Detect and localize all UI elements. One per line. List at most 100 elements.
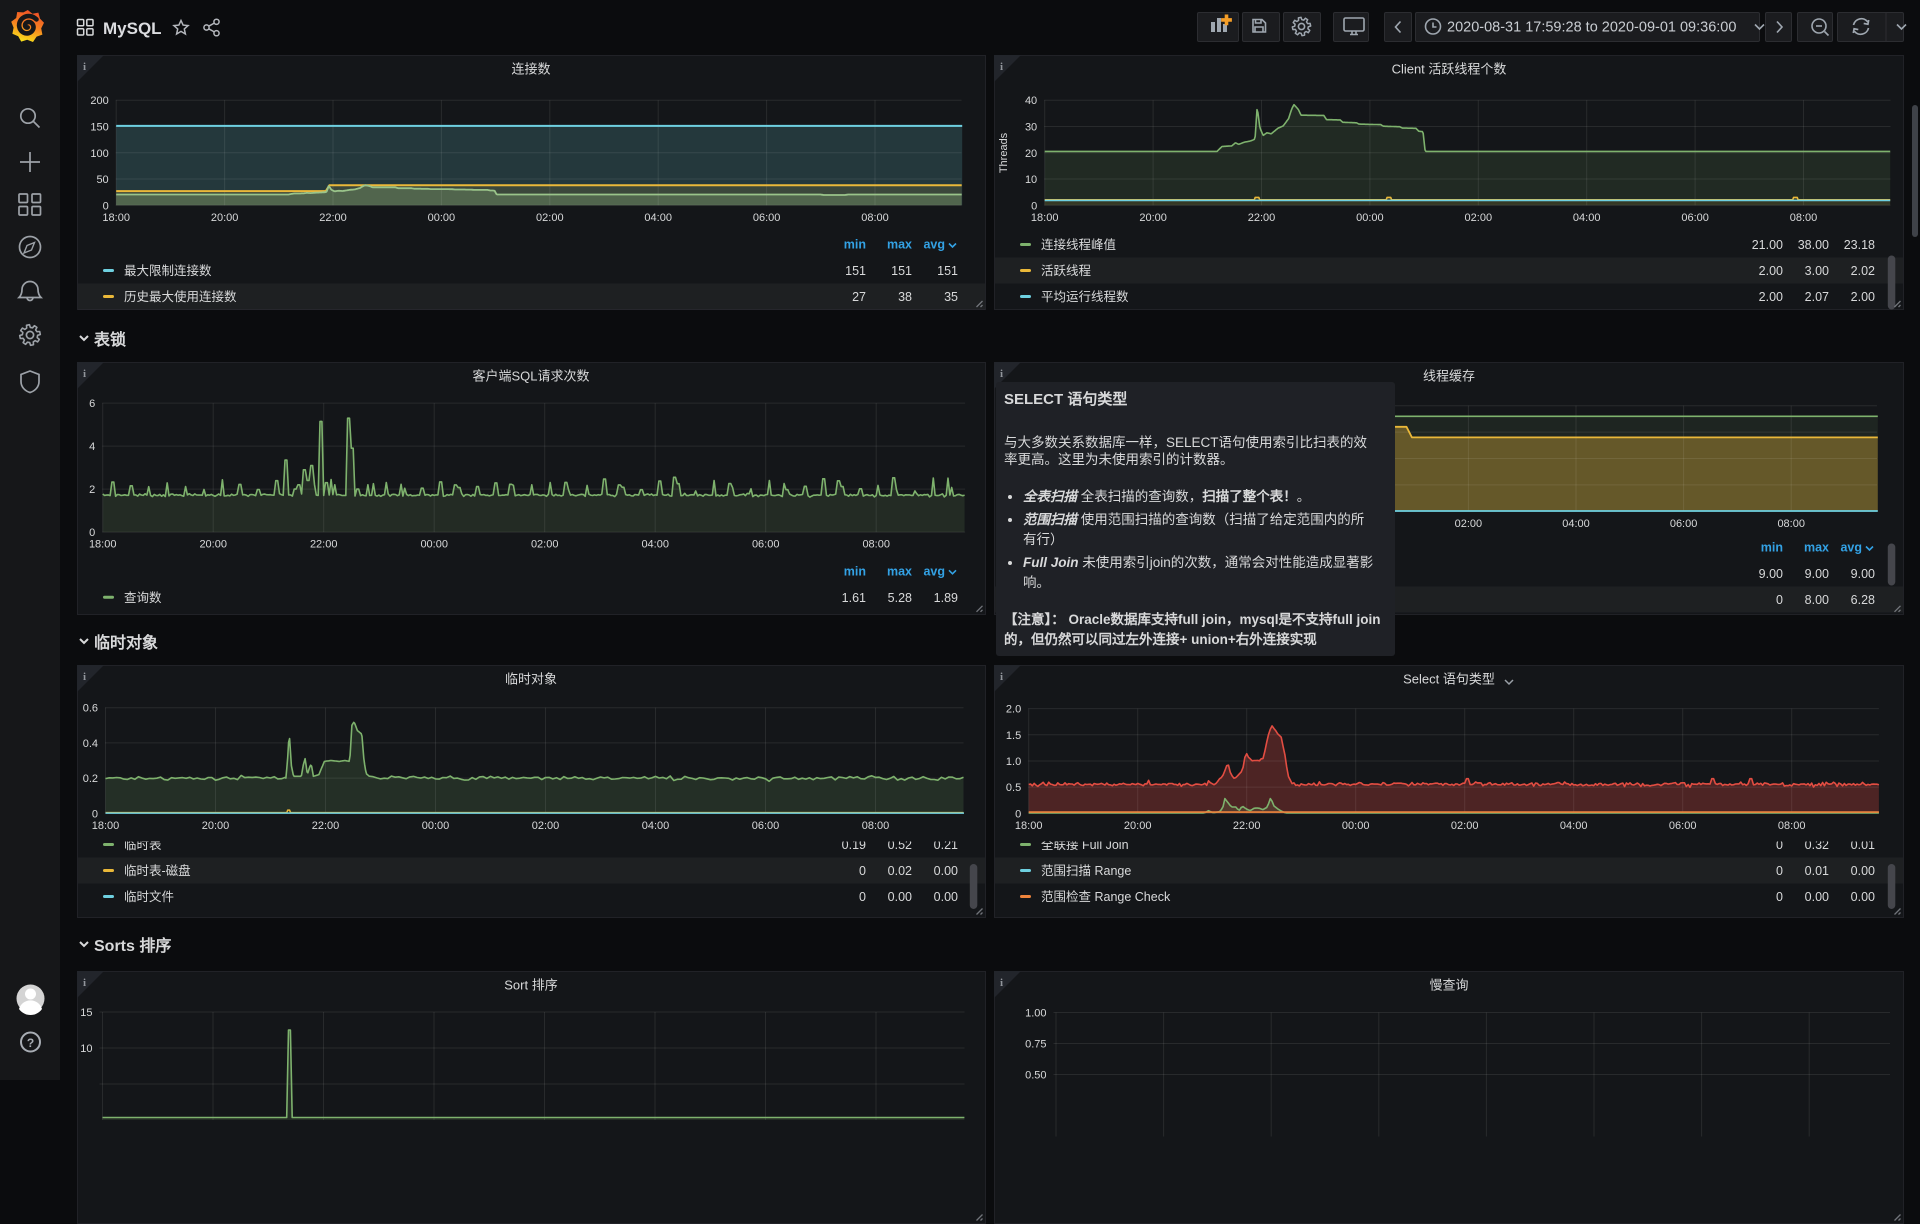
svg-text:22:00: 22:00	[319, 211, 347, 223]
svg-text:查询数: 查询数	[124, 589, 162, 604]
svg-text:08:00: 08:00	[1778, 820, 1806, 832]
svg-text:06:00: 06:00	[1670, 517, 1698, 529]
svg-text:1.5: 1.5	[1006, 730, 1021, 742]
svg-text:20: 20	[1025, 147, 1037, 159]
svg-text:1.61: 1.61	[841, 590, 865, 604]
svg-text:00:00: 00:00	[427, 211, 455, 223]
svg-text:0.6: 0.6	[82, 703, 97, 715]
svg-text:临时表-磁盘: 临时表-磁盘	[124, 863, 191, 878]
svg-text:06:00: 06:00	[1669, 820, 1697, 832]
svg-text:0.32: 0.32	[1805, 838, 1829, 852]
svg-text:9.00: 9.00	[1759, 566, 1783, 580]
svg-text:10: 10	[1025, 174, 1037, 186]
svg-text:10: 10	[80, 1043, 92, 1055]
svg-text:08:00: 08:00	[862, 538, 890, 550]
svg-text:50: 50	[96, 174, 108, 186]
svg-text:6: 6	[89, 398, 95, 410]
svg-text:2020-08-31 17:59:28 to 2020-09: 2020-08-31 17:59:28 to 2020-09-01 09:36:…	[1447, 20, 1736, 36]
svg-text:0.19: 0.19	[841, 838, 865, 852]
svg-text:i: i	[83, 671, 86, 683]
svg-text:06:00: 06:00	[751, 538, 779, 550]
svg-text:20:00: 20:00	[199, 538, 227, 550]
svg-text:0.00: 0.00	[933, 864, 957, 878]
svg-text:30: 30	[1025, 121, 1037, 133]
svg-text:22:00: 22:00	[1233, 820, 1261, 832]
svg-text:22:00: 22:00	[311, 820, 339, 832]
svg-text:06:00: 06:00	[752, 211, 780, 223]
svg-text:平均运行线程数: 平均运行线程数	[1041, 289, 1129, 304]
svg-text:08:00: 08:00	[861, 211, 889, 223]
svg-text:08:00: 08:00	[1777, 517, 1805, 529]
svg-text:i: i	[83, 367, 86, 379]
svg-text:00:00: 00:00	[420, 538, 448, 550]
svg-text:151: 151	[891, 264, 912, 278]
svg-text:9.00: 9.00	[1805, 566, 1829, 580]
svg-text:0: 0	[1776, 838, 1783, 852]
svg-text:0.50: 0.50	[1025, 1069, 1046, 1081]
svg-text:0.5: 0.5	[1006, 782, 1021, 794]
svg-text:2.00: 2.00	[1759, 264, 1783, 278]
svg-text:00:00: 00:00	[1356, 211, 1384, 223]
svg-text:0: 0	[91, 808, 97, 820]
svg-text:3.00: 3.00	[1805, 264, 1829, 278]
svg-text:151: 151	[937, 264, 958, 278]
svg-text:9.00: 9.00	[1851, 566, 1875, 580]
svg-text:Threads: Threads	[998, 132, 1010, 173]
svg-text:2.00: 2.00	[1759, 290, 1783, 304]
svg-text:18:00: 18:00	[88, 538, 116, 550]
svg-text:2: 2	[89, 484, 95, 496]
svg-text:临时表: 临时表	[124, 838, 162, 852]
svg-text:02:00: 02:00	[531, 820, 559, 832]
svg-text:0: 0	[1015, 808, 1021, 820]
svg-text:5.28: 5.28	[887, 590, 911, 604]
svg-text:0.21: 0.21	[933, 838, 957, 852]
svg-text:20:00: 20:00	[210, 211, 238, 223]
svg-text:15: 15	[80, 1007, 92, 1019]
svg-text:04:00: 04:00	[1560, 820, 1588, 832]
svg-text:02:00: 02:00	[1465, 211, 1493, 223]
svg-text:max: max	[886, 237, 911, 251]
svg-text:i: i	[1000, 367, 1003, 379]
svg-text:max: max	[886, 564, 911, 578]
svg-text:avg: avg	[1840, 540, 1862, 554]
svg-text:最大限制连接数: 最大限制连接数	[124, 263, 212, 278]
svg-text:38: 38	[898, 290, 912, 304]
svg-text:0.00: 0.00	[933, 890, 957, 904]
svg-text:Select 语句类型: Select 语句类型	[1403, 672, 1495, 687]
svg-text:06:00: 06:00	[751, 820, 779, 832]
svg-text:21.00: 21.00	[1752, 238, 1783, 252]
svg-text:Client 活跃线程个数: Client 活跃线程个数	[1392, 61, 1507, 76]
svg-text:2.00: 2.00	[1851, 290, 1875, 304]
svg-text:40: 40	[1025, 95, 1037, 107]
svg-text:2.07: 2.07	[1805, 290, 1829, 304]
svg-text:02:00: 02:00	[1455, 517, 1483, 529]
svg-text:客户端SQL请求次数: 客户端SQL请求次数	[472, 368, 589, 383]
svg-text:38.00: 38.00	[1798, 238, 1829, 252]
svg-text:线程缓存: 线程缓存	[1423, 368, 1475, 383]
svg-text:00:00: 00:00	[421, 820, 449, 832]
svg-text:全联接 Full Join: 全联接 Full Join	[1041, 837, 1129, 852]
svg-text:08:00: 08:00	[861, 820, 889, 832]
svg-text:18:00: 18:00	[1031, 211, 1059, 223]
svg-text:慢查询: 慢查询	[1429, 977, 1468, 992]
svg-text:i: i	[1000, 977, 1003, 989]
svg-text:08:00: 08:00	[1790, 211, 1818, 223]
svg-text:200: 200	[90, 95, 108, 107]
svg-text:i: i	[83, 977, 86, 989]
svg-text:04:00: 04:00	[1562, 517, 1590, 529]
svg-text:?: ?	[27, 1036, 34, 1050]
svg-text:8.00: 8.00	[1805, 592, 1829, 606]
svg-text:23.18: 23.18	[1844, 238, 1875, 252]
svg-text:18:00: 18:00	[1015, 820, 1043, 832]
svg-text:2.0: 2.0	[1006, 704, 1021, 716]
svg-text:历史最大使用连接数: 历史最大使用连接数	[124, 289, 237, 304]
svg-text:0.00: 0.00	[1805, 890, 1829, 904]
svg-text:0.52: 0.52	[887, 838, 911, 852]
svg-text:150: 150	[90, 121, 108, 133]
svg-text:35: 35	[944, 290, 958, 304]
svg-text:4: 4	[89, 441, 95, 453]
svg-text:22:00: 22:00	[1248, 211, 1276, 223]
svg-text:连接数: 连接数	[511, 61, 550, 76]
svg-text:22:00: 22:00	[309, 538, 337, 550]
svg-text:0.02: 0.02	[887, 864, 911, 878]
